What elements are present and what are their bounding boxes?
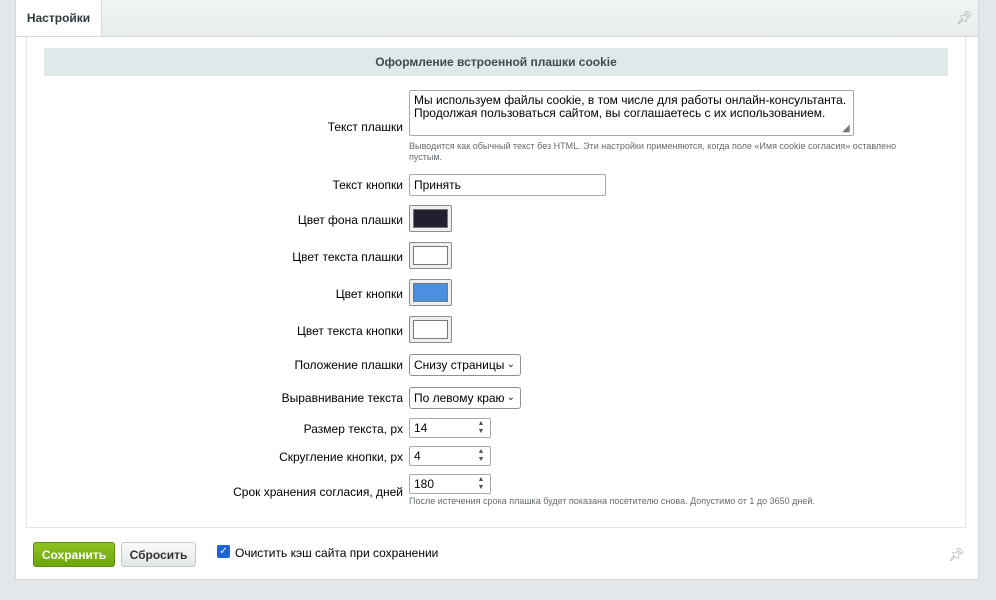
font-size-input[interactable]: 14 ▲ ▼ [409,418,491,438]
banner-position-select[interactable]: Снизу страницы ⌄ [409,354,521,376]
section-title: Оформление встроенной плашки cookie [44,48,948,76]
banner-text-label: Текст плашки [327,120,403,134]
banner-position-value: Снизу страницы [414,358,505,372]
banner-text-hint: Выводится как обычный текст без HTML. Эт… [409,141,897,162]
text-align-value: По левому краю [414,391,505,405]
tab-bar: Настройки 📌︎ [16,0,978,37]
settings-panel: Настройки 📌︎ Оформление встроенной плашк… [15,0,979,580]
settings-form: Оформление встроенной плашки cookie Текс… [26,37,966,528]
banner-text-color-picker[interactable] [409,242,452,269]
button-radius-value: 4 [414,449,421,463]
button-radius-label: Скругление кнопки, px [279,450,403,464]
pin-icon[interactable]: 📌︎ [956,11,973,25]
reset-button[interactable]: Сбросить [121,542,196,567]
button-color-label: Цвет кнопки [335,287,403,301]
consent-days-hint: После истечения срока плашка будет показ… [409,496,815,506]
spinner-arrows-icon[interactable]: ▲ ▼ [476,476,486,492]
button-text-field[interactable] [409,174,606,196]
banner-text-field[interactable]: Мы используем файлы cookie, в том числе … [409,90,854,136]
pin-icon[interactable]: 📌︎ [948,548,965,562]
button-text-color-swatch [413,320,448,339]
button-text-color-picker[interactable] [409,316,452,343]
banner-bg-color-label: Цвет фона плашки [297,213,403,227]
button-text-color-label: Цвет текста кнопки [296,324,403,338]
resize-grip-icon[interactable]: ◢ [842,124,852,134]
button-color-picker[interactable] [409,279,452,306]
tab-settings[interactable]: Настройки [16,0,102,36]
clear-cache-checkbox[interactable]: ✓ [217,545,230,558]
banner-bg-color-swatch [413,209,448,228]
clear-cache-label[interactable]: Очистить кэш сайта при сохранении [235,546,438,560]
spinner-arrows-icon[interactable]: ▲ ▼ [476,448,486,464]
save-button[interactable]: Сохранить [33,542,115,567]
text-align-select[interactable]: По левому краю ⌄ [409,387,521,409]
chevron-down-icon: ⌄ [506,392,515,403]
consent-days-label: Срок хранения согласия, дней [233,485,403,499]
consent-days-input[interactable]: 180 ▲ ▼ [409,474,491,494]
font-size-value: 14 [414,421,428,435]
banner-position-label: Положение плашки [294,358,403,372]
button-text-label: Текст кнопки [332,178,403,192]
banner-bg-color-picker[interactable] [409,205,452,232]
button-radius-input[interactable]: 4 ▲ ▼ [409,446,491,466]
button-color-swatch [413,283,448,302]
banner-text-color-label: Цвет текста плашки [292,250,403,264]
text-align-label: Выравнивание текста [281,391,403,405]
spinner-arrows-icon[interactable]: ▲ ▼ [476,420,486,436]
chevron-down-icon: ⌄ [506,359,515,370]
banner-text-color-swatch [413,246,448,265]
font-size-label: Размер текста, px [303,422,403,436]
consent-days-value: 180 [414,477,435,491]
